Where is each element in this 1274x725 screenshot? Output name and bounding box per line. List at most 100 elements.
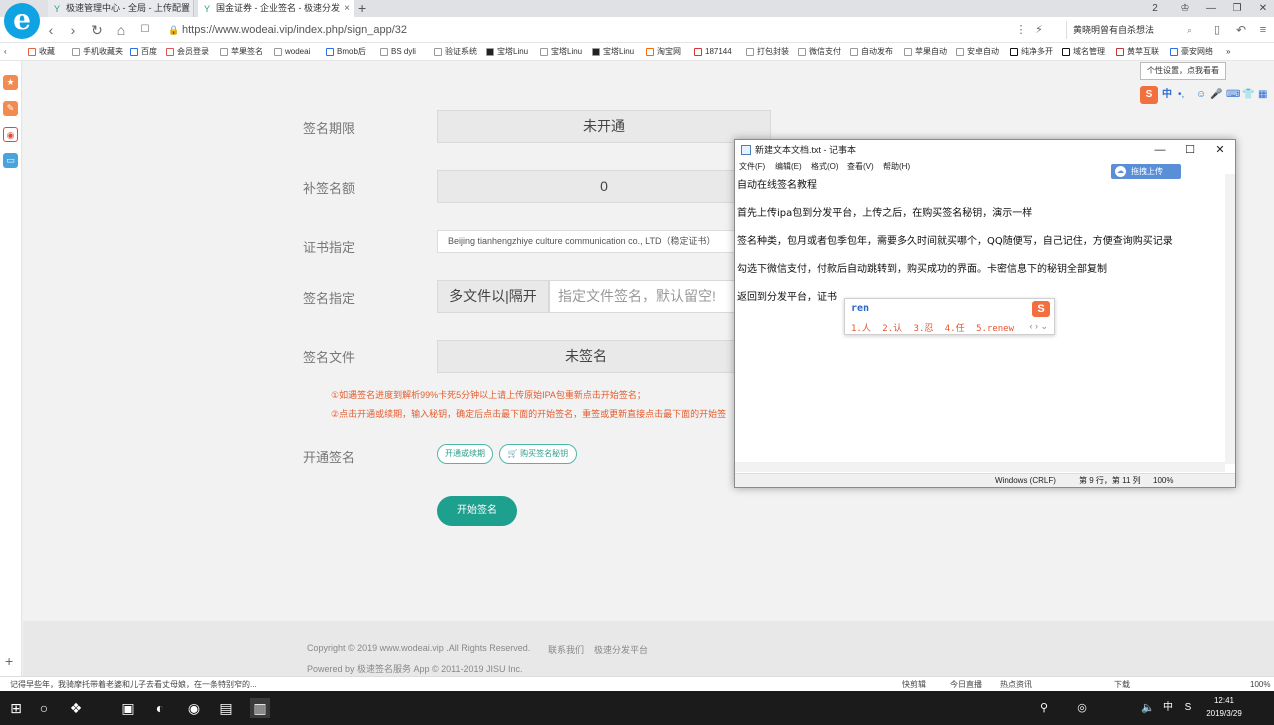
status-item[interactable]: 今日直播 (950, 677, 982, 692)
bookmark-item[interactable]: 自动发布 (850, 43, 893, 60)
grid-icon[interactable]: ▦ (1258, 86, 1267, 104)
start-sign-button[interactable]: 开始签名 (437, 496, 517, 526)
bookmark-item[interactable]: wodeai (274, 43, 310, 60)
tray-icon[interactable]: ◎ (1072, 698, 1092, 718)
menu-file[interactable]: 文件(F) (739, 160, 765, 174)
menu-icon[interactable]: ≡ (1254, 21, 1272, 39)
multi-file-button[interactable]: 多文件以|隔开 (437, 280, 549, 313)
bookmark-item[interactable]: 宝塔Linu (592, 43, 634, 60)
bookmark-item[interactable]: 安卓自动 (956, 43, 999, 60)
notes-icon[interactable]: ✎ (3, 101, 18, 116)
ime-candidate[interactable]: 5.renew (976, 324, 1014, 334)
bookmark-item[interactable]: 苹果自动 (904, 43, 947, 60)
app-icon[interactable]: ◐ (150, 698, 170, 718)
bookmark-item[interactable]: 宝塔Linu (540, 43, 582, 60)
bookmark-item[interactable]: 187144 (694, 43, 732, 60)
bookmark-item[interactable]: 收藏 (28, 43, 55, 60)
bookmarks-toggle-icon[interactable]: ‹ (4, 43, 7, 60)
bookmark-item[interactable]: 会员登录 (166, 43, 209, 60)
browser-icon[interactable]: ◉ (184, 698, 204, 718)
mic-icon[interactable]: 🎤 (1210, 86, 1222, 104)
ime-candidate[interactable]: 3.忍 (914, 324, 934, 334)
new-tab-button[interactable]: + (358, 0, 366, 17)
ime-candidate[interactable]: 1.人 (851, 324, 871, 334)
bookmark-item[interactable]: 纯净多开 (1010, 43, 1053, 60)
more-bookmarks-icon[interactable]: » (1226, 43, 1230, 60)
refresh-icon[interactable]: ↻ (88, 21, 106, 39)
minimize-icon[interactable]: — (1198, 0, 1224, 17)
bookmark-item[interactable]: 微信支付 (798, 43, 841, 60)
bookmark-item[interactable]: 域名管理 (1062, 43, 1105, 60)
favorites-icon[interactable]: ★ (3, 75, 18, 90)
menu-edit[interactable]: 编辑(E) (775, 160, 802, 174)
ime-candidate-popup[interactable]: ren S 1.人 2.认 3.忍 4.任 5.renew ‹ › ⌄ (844, 298, 1055, 335)
search-icon[interactable]: ⌕ (1187, 21, 1192, 39)
bookmark-item[interactable]: BS dyli (380, 43, 416, 60)
ime-page-arrows-icon[interactable]: ‹ › ⌄ (1029, 321, 1048, 332)
lang-indicator[interactable]: 中 (1158, 698, 1178, 718)
close-icon[interactable]: ✕ (1205, 140, 1235, 160)
ime-candidate[interactable]: 4.任 (945, 324, 965, 334)
horizontal-scrollbar[interactable] (735, 462, 1225, 472)
punct-icon[interactable]: •, (1178, 86, 1184, 104)
restore-icon[interactable]: ❐ (1224, 0, 1250, 17)
notepad-taskbar-icon[interactable]: ▥ (250, 698, 270, 718)
close-icon[interactable]: × (344, 0, 350, 17)
contact-link[interactable]: 联系我们 (548, 643, 584, 656)
cert-select[interactable]: Beijing tianhengzhiye culture communicat… (437, 230, 757, 253)
tab-counter[interactable]: 2 (1142, 0, 1168, 17)
phone-icon[interactable]: ▯ (1208, 21, 1226, 39)
bookmark-item[interactable]: 打包封装 (746, 43, 789, 60)
search-input[interactable]: 黄晓明曾有自杀想法 ⌕ (1066, 21, 1198, 39)
tab-admin-center[interactable]: Y 极速管理中心 - 全局 - 上传配置 × (48, 0, 194, 17)
bookmark-item[interactable]: 豪安网络 (1170, 43, 1213, 60)
volume-icon[interactable]: 🔈 (1138, 698, 1158, 718)
vertical-scrollbar[interactable] (1225, 174, 1235, 464)
bookmark-item[interactable]: 淘宝网 (646, 43, 681, 60)
menu-help[interactable]: 帮助(H) (883, 160, 910, 174)
forward-icon[interactable]: › (64, 21, 82, 39)
status-item[interactable]: 100% (1250, 677, 1270, 692)
menu-format[interactable]: 格式(O) (811, 160, 839, 174)
ime-toolbar[interactable]: S 中 •, ☺ 🎤 ⌨ 👕 ▦ (1140, 86, 1274, 104)
task-view-icon[interactable]: ❖ (66, 698, 86, 718)
skin-icon[interactable]: ♔ (1172, 0, 1198, 17)
ie-mode-icon[interactable]: ☐ (136, 21, 154, 39)
renew-button[interactable]: 开通或续期 (437, 444, 493, 464)
browser-logo[interactable]: e (4, 3, 40, 39)
bookmark-item[interactable]: 百度 (130, 43, 157, 60)
share-icon[interactable]: ⋮ (1012, 21, 1030, 39)
user-icon[interactable]: 👕 (1242, 86, 1254, 104)
back-icon[interactable]: ‹ (42, 21, 60, 39)
bookmark-item[interactable]: Bmob后 (326, 43, 366, 60)
news-ticker[interactable]: 记得早些年，我骑摩托带着老婆和儿子去看丈母娘，在一条特别窄的... (10, 677, 257, 692)
close-icon[interactable]: × (183, 0, 189, 17)
sign-target-input[interactable]: 指定文件签名，默认留空! (549, 280, 735, 313)
app-icon[interactable]: ▤ (216, 698, 236, 718)
lightning-icon[interactable]: ⚡ (1030, 21, 1048, 39)
notepad-titlebar[interactable]: 新建文本文档.txt - 记事本 — ☐ ✕ (735, 140, 1235, 160)
platform-link[interactable]: 极速分发平台 (594, 643, 648, 656)
search-icon[interactable]: ○ (34, 698, 54, 718)
status-item[interactable]: 热点资讯 (1000, 677, 1032, 692)
undo-icon[interactable]: ↶ (1232, 21, 1250, 39)
close-window-icon[interactable]: ✕ (1250, 0, 1274, 17)
ime-candidate[interactable]: 2.认 (882, 324, 902, 334)
minimize-icon[interactable]: — (1145, 140, 1175, 160)
windows-start-icon[interactable]: ⊞ (6, 698, 26, 718)
menu-view[interactable]: 查看(V) (847, 160, 874, 174)
address-bar[interactable]: 🔒 https://www.wodeai.vip/index.php/sign_… (160, 22, 980, 39)
bookmark-item[interactable]: 苹果签名 (220, 43, 263, 60)
emoji-icon[interactable]: ☺ (1196, 86, 1206, 104)
chat-icon[interactable]: ▭ (3, 153, 18, 168)
home-icon[interactable]: ⌂ (112, 21, 130, 39)
maximize-icon[interactable]: ☐ (1175, 140, 1205, 160)
sidebar-add-icon[interactable]: + (5, 653, 13, 669)
bookmark-item[interactable]: 黄苹互联 (1116, 43, 1159, 60)
lang-indicator[interactable]: 中 (1162, 86, 1172, 104)
keyboard-icon[interactable]: ⌨ (1226, 86, 1240, 104)
weibo-icon[interactable]: ◉ (3, 127, 18, 142)
status-item[interactable]: 下载 (1114, 677, 1130, 692)
app-icon[interactable]: ▣ (118, 698, 138, 718)
bookmark-item[interactable]: 宝塔Linu (486, 43, 528, 60)
